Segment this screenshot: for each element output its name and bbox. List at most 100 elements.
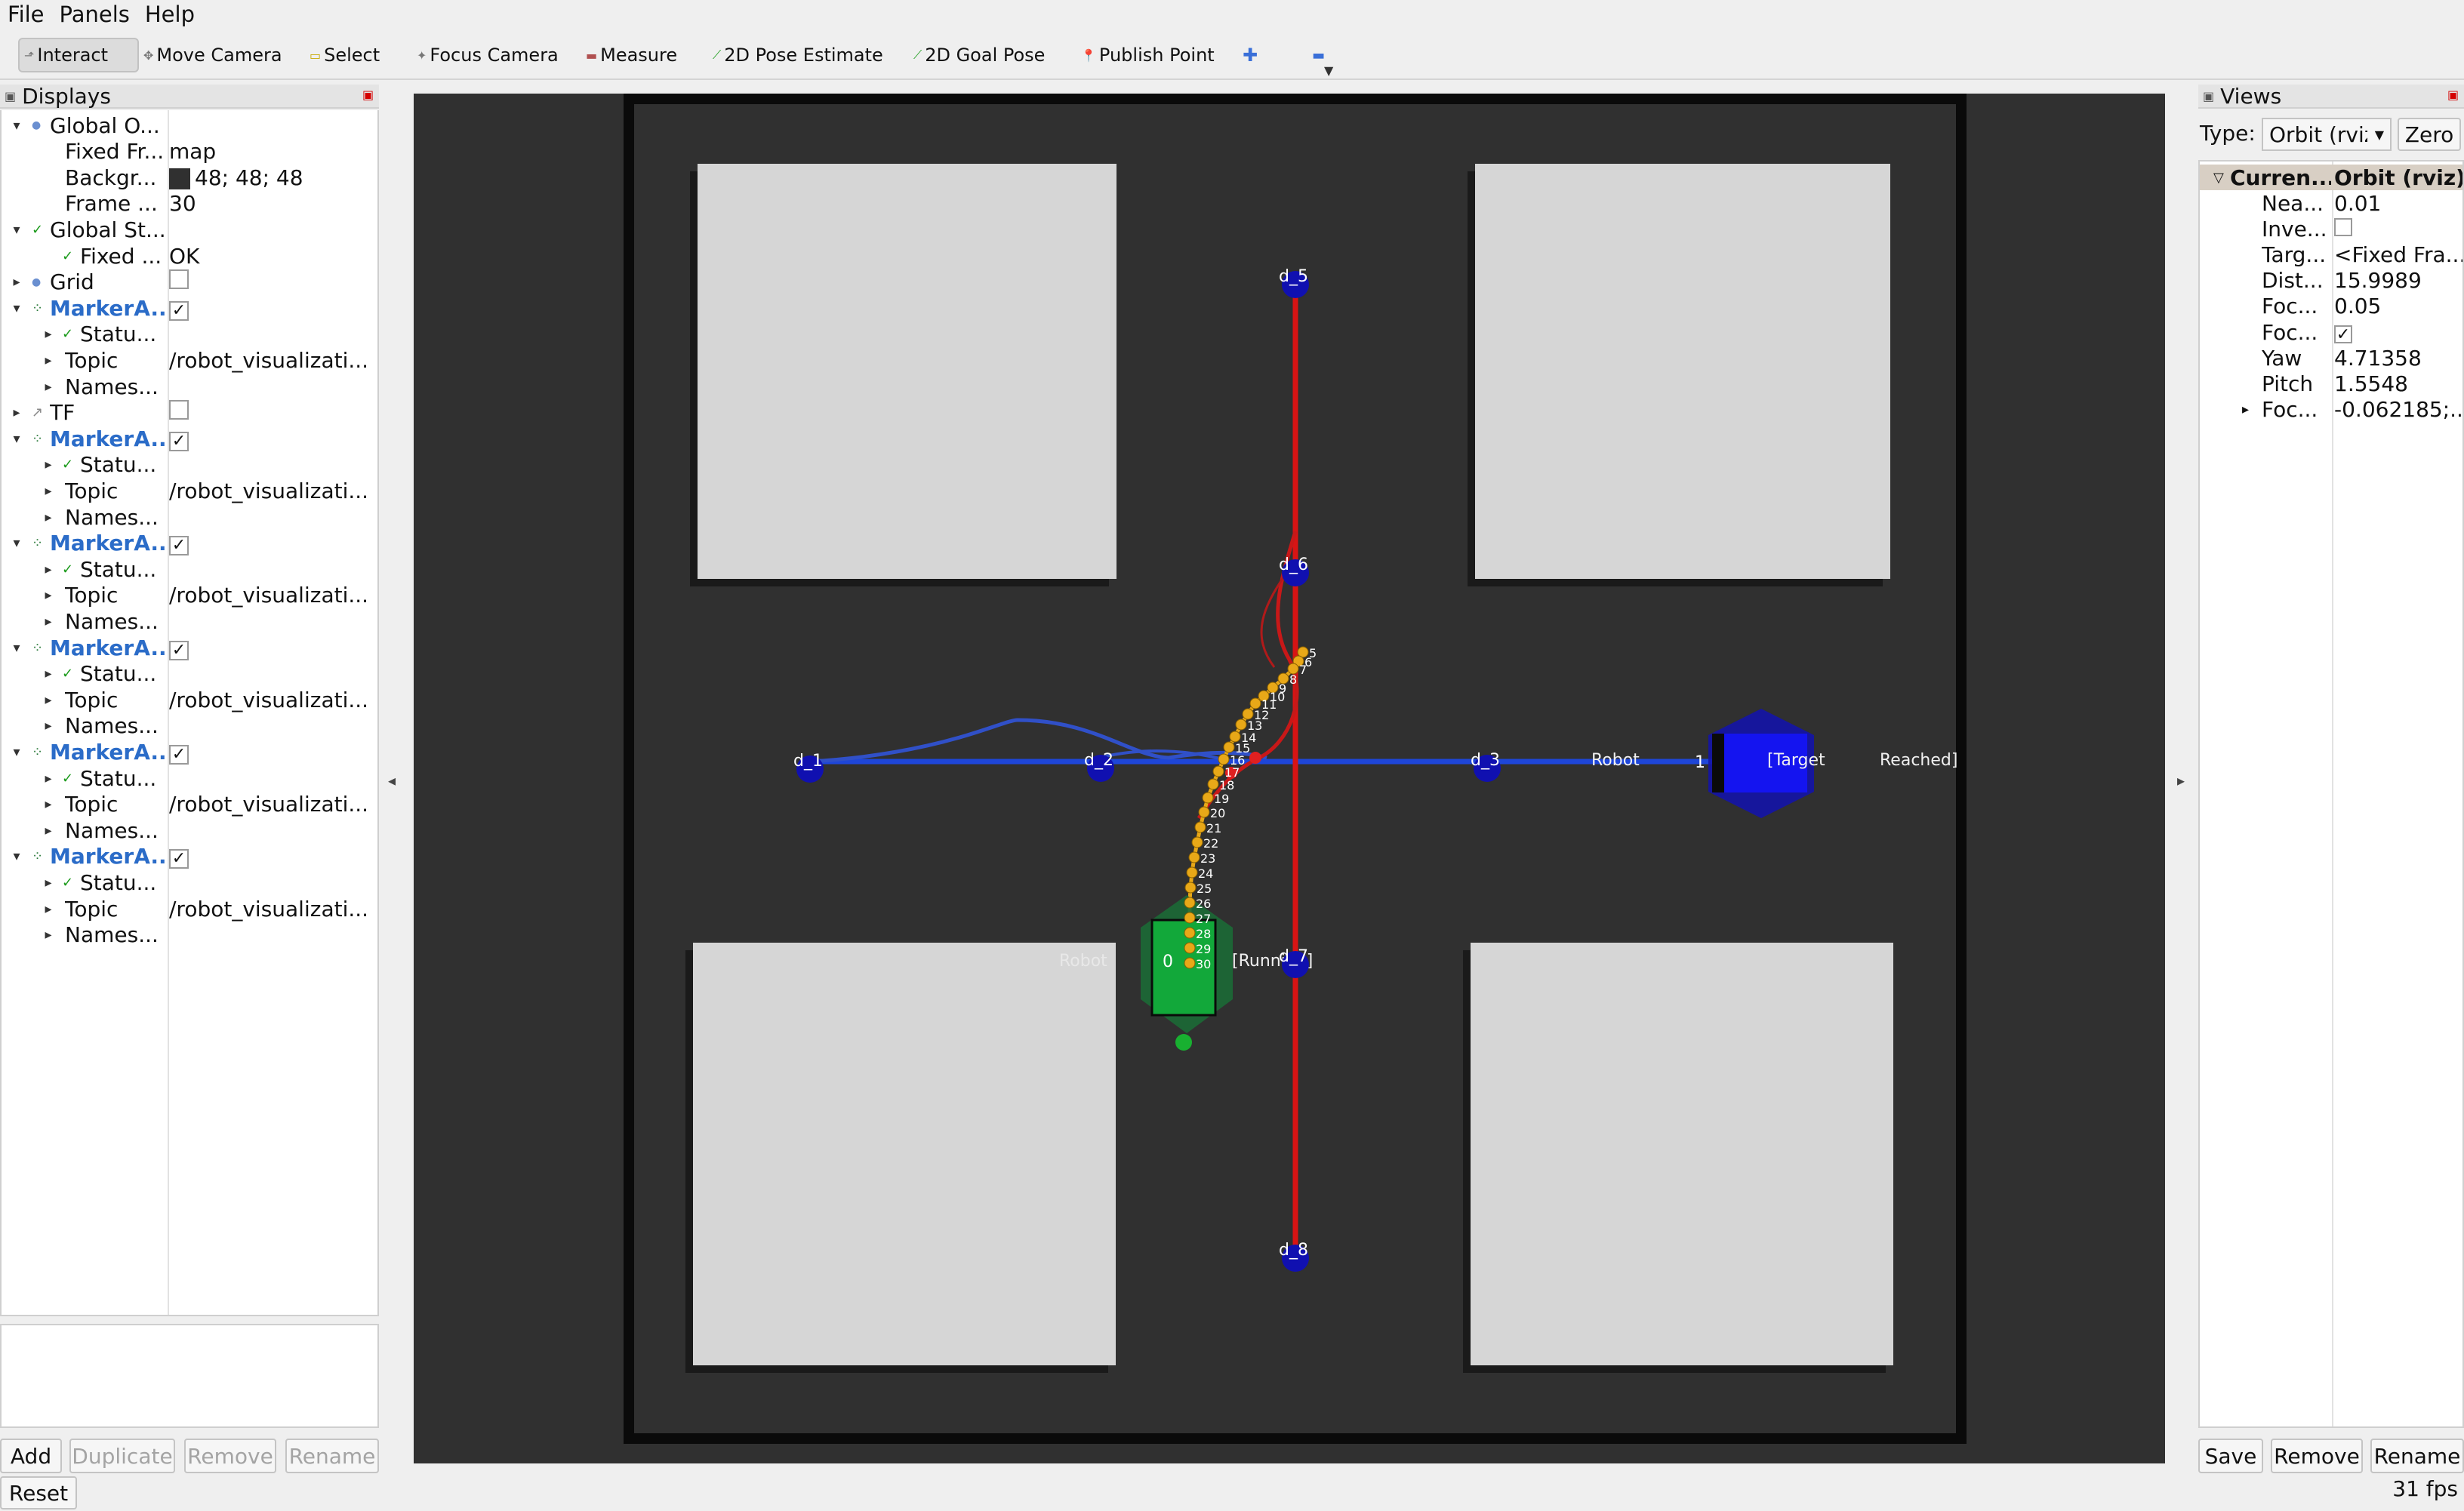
display-tree-row[interactable]: ▾ ⁘ MarkerA... ✓ — [2, 530, 377, 557]
expand-arrow-icon[interactable]: ▸ — [9, 405, 24, 420]
display-tree-row[interactable]: ▾ ⁘ MarkerA... ✓ — [2, 634, 377, 661]
interact-tool-button[interactable]: ⬏ Interact — [18, 38, 139, 72]
expand-arrow-icon[interactable]: ▸ — [41, 771, 56, 786]
views-properties-tree[interactable]: ▽ Curren... Orbit (rviz) Nea... 0.01 Inve.… — [2198, 160, 2464, 1428]
menu-file[interactable]: File — [0, 2, 51, 27]
enable-checkbox[interactable]: ✓ — [169, 635, 377, 660]
display-tree-row[interactable]: ▾ ✓ Global St... — [2, 216, 377, 243]
display-tree-row[interactable]: ▸ Topic/robot_visualizati... — [2, 791, 377, 818]
collapse-arrow-icon[interactable]: ▾ — [9, 744, 24, 760]
left-splitter-arrow-icon[interactable]: ◂ — [388, 771, 396, 789]
collapse-arrow-icon[interactable]: ▾ — [9, 431, 24, 447]
view-property-value[interactable]: ✓ — [2334, 320, 2462, 345]
collapse-arrow-icon[interactable]: ▾ — [9, 300, 24, 316]
collapse-arrow-icon[interactable]: ▾ — [9, 118, 24, 134]
view-property-value[interactable]: 15.9989 — [2334, 268, 2462, 293]
expand-arrow-icon[interactable]: ▸ — [41, 823, 56, 839]
collapse-arrow-icon[interactable]: ▾ — [9, 535, 24, 551]
enable-checkbox[interactable] — [169, 269, 377, 294]
expand-arrow-icon[interactable]: ▸ — [41, 352, 56, 368]
view-property-row[interactable]: Inve... — [2200, 216, 2462, 242]
display-tree-row[interactable]: ▸ ● Grid — [2, 269, 377, 296]
display-tree-row[interactable]: ▸ ✓ Statu... — [2, 765, 377, 792]
display-tree-row[interactable]: ▸ Topic/robot_visualizati... — [2, 686, 377, 713]
view-property-row[interactable]: ▸ Foc... -0.062185;... — [2200, 397, 2462, 423]
remove-display-button[interactable]: Remove — [184, 1439, 276, 1473]
enable-checkbox[interactable]: ✓ — [169, 844, 377, 869]
expand-arrow-icon[interactable]: ▸ — [41, 666, 56, 682]
expand-arrow-icon[interactable]: ▸ — [41, 796, 56, 812]
reset-button[interactable]: Reset — [0, 1476, 77, 1509]
expand-arrow-icon[interactable]: ▸ — [41, 562, 56, 577]
current-view-row[interactable]: ▽ Curren... Orbit (rviz) — [2200, 165, 2462, 190]
display-tree-row[interactable]: ▸ Names... — [2, 922, 377, 949]
display-tree-row[interactable]: ▸ Topic/robot_visualizati... — [2, 346, 377, 374]
display-tree-row[interactable]: ▸ Names... — [2, 608, 377, 635]
expand-arrow-icon[interactable]: ▽ — [2213, 170, 2224, 186]
publish-point-tool-button[interactable]: 📍 Publish Point — [1081, 38, 1215, 72]
remove-tool-button[interactable]: ▬ — [1312, 38, 1325, 72]
collapse-arrow-icon[interactable]: ▾ — [9, 848, 24, 864]
displays-tree[interactable]: ▾ ● Global O... Fixed Fr... map Backgr... 48; … — [0, 110, 379, 1316]
enable-checkbox[interactable]: ✓ — [169, 296, 377, 321]
expand-arrow-icon[interactable]: ▸ — [41, 587, 56, 603]
display-tree-row[interactable]: ▸ Names... — [2, 373, 377, 400]
expand-arrow-icon[interactable]: ▸ — [41, 692, 56, 708]
display-tree-row[interactable]: ▾ ⁘ MarkerA... ✓ — [2, 843, 377, 870]
enable-checkbox[interactable]: ✓ — [169, 740, 377, 765]
expand-arrow-icon[interactable]: ▸ — [41, 614, 56, 629]
goal-pose-tool-button[interactable]: ⟋ 2D Goal Pose — [913, 38, 1045, 72]
view-property-row[interactable]: Yaw 4.71358 — [2200, 345, 2462, 371]
enable-checkbox[interactable]: ✓ — [169, 531, 377, 556]
view-property-value[interactable]: 4.71358 — [2334, 346, 2462, 371]
close-icon[interactable]: ▣ — [362, 89, 374, 101]
view-property-value[interactable]: 1.5548 — [2334, 371, 2462, 396]
add-tool-button[interactable]: ✚ — [1243, 38, 1258, 72]
expand-arrow-icon[interactable]: ▸ — [41, 326, 56, 342]
scene-canvas[interactable]: 0Robot [Running]5678910111213141516171819… — [414, 94, 2165, 1463]
display-tree-row[interactable]: ▾ ⁘ MarkerA... ✓ — [2, 738, 377, 765]
save-view-button[interactable]: Save — [2198, 1439, 2263, 1473]
expand-arrow-icon[interactable]: ▸ — [2242, 402, 2249, 417]
display-tree-row[interactable]: Fixed Fr... map — [2, 138, 377, 165]
display-tree-row[interactable]: Frame ... 30 — [2, 190, 377, 217]
expand-arrow-icon[interactable]: ▸ — [41, 718, 56, 734]
move-camera-tool-button[interactable]: ✥ Move Camera — [143, 38, 282, 72]
view-property-row[interactable]: Targ... <Fixed Fra... — [2200, 242, 2462, 267]
right-splitter-arrow-icon[interactable]: ▸ — [2177, 771, 2185, 789]
menu-panels[interactable]: Panels — [52, 2, 136, 27]
view-property-row[interactable]: Foc... 0.05 — [2200, 294, 2462, 319]
view-property-row[interactable]: Nea... 0.01 — [2200, 190, 2462, 216]
expand-arrow-icon[interactable]: ▸ — [41, 457, 56, 472]
expand-arrow-icon[interactable]: ▸ — [41, 927, 56, 943]
display-tree-row[interactable]: ▾ ⁘ MarkerA... ✓ — [2, 425, 377, 452]
display-tree-row[interactable]: ▸ ↗ TF — [2, 399, 377, 426]
view-property-row[interactable]: Foc... ✓ — [2200, 319, 2462, 345]
display-tree-row[interactable]: ▸ Topic/robot_visualizati... — [2, 895, 377, 922]
expand-arrow-icon[interactable]: ▸ — [41, 901, 56, 917]
view-property-value[interactable] — [2334, 217, 2462, 242]
zero-view-button[interactable]: Zero — [2398, 118, 2461, 151]
display-tree-row[interactable]: ✓ Fixed ... OK — [2, 242, 377, 269]
toolbar-overflow-button[interactable]: ▼ — [1324, 53, 1333, 88]
close-icon[interactable]: ▣ — [2447, 89, 2459, 101]
view-property-value[interactable]: 0.05 — [2334, 294, 2462, 319]
expand-arrow-icon[interactable]: ▸ — [41, 379, 56, 395]
enable-checkbox[interactable] — [169, 400, 377, 425]
select-tool-button[interactable]: ▭ Select — [310, 38, 380, 72]
pose-estimate-tool-button[interactable]: ⟋ 2D Pose Estimate — [713, 38, 883, 72]
display-tree-row[interactable]: ▾ ⁘ MarkerA... ✓ — [2, 294, 377, 322]
display-tree-row[interactable]: ▸ Topic/robot_visualizati... — [2, 582, 377, 609]
collapse-arrow-icon[interactable]: ▾ — [9, 222, 24, 238]
display-tree-row[interactable]: Backgr... 48; 48; 48 — [2, 164, 377, 191]
display-tree-row[interactable]: ▾ ● Global O... — [2, 112, 377, 139]
display-tree-row[interactable]: ▸ Topic/robot_visualizati... — [2, 477, 377, 504]
view-property-row[interactable]: Pitch 1.5548 — [2200, 371, 2462, 396]
expand-arrow-icon[interactable]: ▸ — [41, 875, 56, 891]
display-tree-row[interactable]: ▸ Names... — [2, 712, 377, 740]
3d-render-viewport[interactable]: 0 Robot [Running] 5 6 7 8 9 10 11 12 13 14 15 16 17 18 19… — [414, 94, 2165, 1463]
expand-arrow-icon[interactable]: ▸ — [9, 274, 24, 290]
expand-arrow-icon[interactable]: ▸ — [41, 483, 56, 499]
view-property-value[interactable]: -0.062185;... — [2334, 397, 2462, 422]
view-property-value[interactable]: 0.01 — [2334, 191, 2462, 216]
